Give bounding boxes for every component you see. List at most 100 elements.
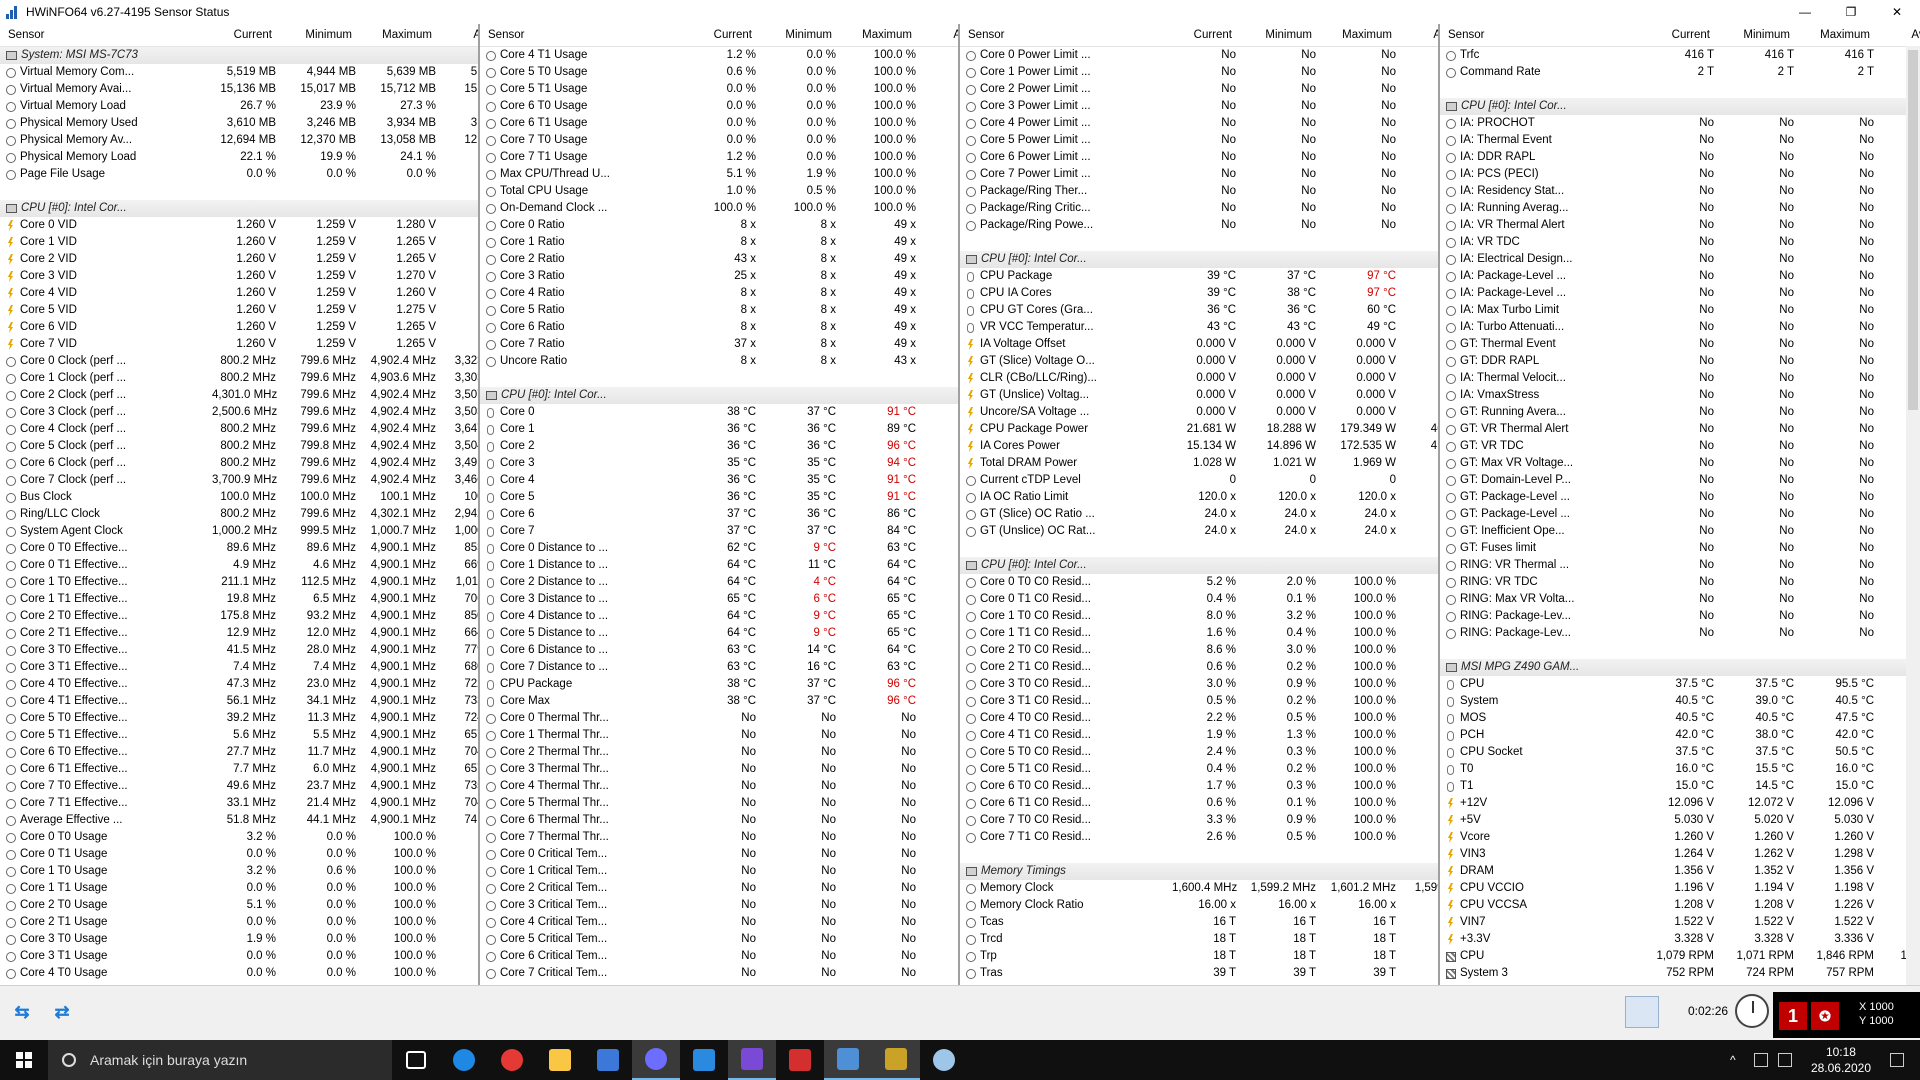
notifications-icon[interactable]	[1890, 1053, 1904, 1067]
taskbar-store-icon[interactable]	[584, 1040, 632, 1080]
sensor-row[interactable]: Core 3 Clock (perf ... 2,500.6 MHz 799.6 M…	[0, 404, 478, 421]
sensor-row[interactable]: Core 0 Distance to ...62 °C9 °C63 °C53 °…	[480, 540, 958, 557]
sensor-row[interactable]: Core 3 T1 Usage0.0 %0.0 %100.0 %13.4 %	[0, 948, 478, 965]
sensor-row[interactable]: Bus Clock100.0 MHz100.0 MHz100.1 MHz100.…	[0, 489, 478, 506]
sensor-row[interactable]: Core 0 T0 Usage3.2 %0.0 %100.0 %17.3 %	[0, 829, 478, 846]
sensor-row[interactable]: Core 7 Power Limit ... No No No	[960, 166, 1438, 183]
column-header-sensor[interactable]: Sensor	[0, 24, 212, 46]
sensor-row[interactable]: Core 5 Distance to ...64 °C9 °C65 °C54 °…	[480, 625, 958, 642]
sensor-row[interactable]: GT: Running Avera... No No No	[1440, 404, 1920, 421]
sensor-row[interactable]: CPU VCCSA1.208 V1.208 V1.226 V1.211 V	[1440, 897, 1920, 914]
column-header-average[interactable]: Average	[1878, 24, 1920, 46]
sensor-row[interactable]: Core 5 Thermal Thr... No No No	[480, 795, 958, 812]
sensor-row[interactable]: Core 5 T1 Usage0.0 %0.0 %100.0 %13.3 %	[480, 81, 958, 98]
sensor-row[interactable]: Core 1 T0 C0 Resid...8.0 %3.2 %100.0 %22…	[960, 608, 1438, 625]
sensor-row[interactable]: Core 6 T0 C0 Resid...1.7 %0.3 %100.0 %14…	[960, 778, 1438, 795]
maximize-button[interactable]: ❐	[1828, 0, 1874, 24]
sensor-row[interactable]: Core 038 °C37 °C91 °C47 °C	[480, 404, 958, 421]
sensor-row[interactable]: Core 6 VID1.260 V1.259 V1.265 V1.260 V	[0, 319, 478, 336]
sensor-row[interactable]: Core 1 Distance to ...64 °C11 °C64 °C53 …	[480, 557, 958, 574]
sensor-row[interactable]: Core 7 Thermal Thr... No No No	[480, 829, 958, 846]
sensor-row[interactable]: Core 6 T0 Effective... 27.7 MHz 11.7 MHz 4,…	[0, 744, 478, 761]
sensor-row[interactable]: Core 1 T1 Usage0.0 %0.0 %100.0 %14.4 %	[0, 880, 478, 897]
sensor-row[interactable]: Core 3 T0 C0 Resid...3.0 %0.9 %100.0 %17…	[960, 676, 1438, 693]
column-header-minimum[interactable]: Minimum	[1240, 24, 1320, 46]
sensor-row[interactable]: CPU Package39 °C37 °C97 °C49 °C	[960, 268, 1438, 285]
column-header-sensor[interactable]: Sensor	[1440, 24, 1650, 46]
sensor-row[interactable]: Core 2 T1 Usage0.0 %0.0 %100.0 %13.2 %	[0, 914, 478, 931]
sensor-row[interactable]: VIN71.522 V1.522 V1.522 V1.522 V	[1440, 914, 1920, 931]
sensor-row[interactable]: Core 3 Distance to ...65 °C6 °C65 °C54 °…	[480, 591, 958, 608]
sensor-row[interactable]: Core 6 Clock (perf ... 800.2 MHz 799.6 MHz…	[0, 455, 478, 472]
sensor-row[interactable]: IA: DDR RAPL No No No	[1440, 149, 1920, 166]
start-button[interactable]	[0, 1040, 48, 1080]
sensor-row[interactable]: Core 335 °C35 °C94 °C46 °C	[480, 455, 958, 472]
sensor-row[interactable]: Core 7 T0 C0 Resid...3.3 %0.9 %100.0 %16…	[960, 812, 1438, 829]
sensor-row[interactable]: Tras 39 T 39 T 39 T	[960, 965, 1438, 982]
sensor-row[interactable]: IA: PCS (PECI) No No No	[1440, 166, 1920, 183]
sensor-row[interactable]: Core 0 Ratio8 x8 x49 x33 x	[480, 217, 958, 234]
sensor-row[interactable]: Physical Memory Av... 12,694 MB 12,370 MB 1…	[0, 132, 478, 149]
sensor-row[interactable]: CPU37.5 °C37.5 °C95.5 °C48.7 °C	[1440, 676, 1920, 693]
sensor-row[interactable]: Core 0 Critical Tem... No No No	[480, 846, 958, 863]
sensor-row[interactable]: +12V12.096 V12.072 V12.096 V12.085 V	[1440, 795, 1920, 812]
sensor-row[interactable]: +3.3V3.328 V3.328 V3.336 V3.333 V	[1440, 931, 1920, 948]
sensor-row[interactable]: Trp 18 T 18 T 18 T	[960, 948, 1438, 965]
sensor-row[interactable]: Core 1 T0 Effective... 211.1 MHz 112.5 MHz…	[0, 574, 478, 591]
panel-divider[interactable]	[1438, 24, 1440, 985]
sensor-row[interactable]: Core 6 T0 Usage0.0 %0.0 %100.0 %14.0 %	[480, 98, 958, 115]
sensor-row[interactable]: Core 2 Ratio43 x8 x49 x35 x	[480, 251, 958, 268]
sensor-row[interactable]: IA: Max Turbo Limit No No No	[1440, 302, 1920, 319]
sensor-row[interactable]: Core 0 Thermal Thr... No No No	[480, 710, 958, 727]
column-header-maximum[interactable]: Maximum	[1320, 24, 1400, 46]
sensor-row[interactable]: Command Rate 2 T2 T2 T	[1440, 64, 1920, 81]
sensor-row[interactable]: Core 637 °C36 °C86 °C46 °C	[480, 506, 958, 523]
sensor-row[interactable]: Total CPU Usage1.0 %0.5 %100.0 %14.9 %	[480, 183, 958, 200]
taskbar-edge-icon[interactable]	[440, 1040, 488, 1080]
sensor-row[interactable]: Core 5 Critical Tem... No No No	[480, 931, 958, 948]
sensor-row[interactable]: CLR (CBo/LLC/Ring)... 0.000 V 0.000 V 0.000…	[960, 370, 1438, 387]
sensor-row[interactable]: GT: Thermal Event No No No	[1440, 336, 1920, 353]
panel-divider[interactable]	[958, 24, 960, 985]
sensor-row[interactable]: Virtual Memory Com... 5,519 MB 4,944 MB 5,6…	[0, 64, 478, 81]
taskbar-task-view-icon[interactable]	[392, 1040, 440, 1080]
sensor-row[interactable]: Core 2 T1 Effective... 12.9 MHz 12.0 MHz 4,…	[0, 625, 478, 642]
sensor-row[interactable]: Core 5 Clock (perf ... 800.2 MHz 799.8 MHz…	[0, 438, 478, 455]
sensor-row[interactable]: CPU VCCIO1.196 V1.194 V1.198 V1.196 V	[1440, 880, 1920, 897]
sensor-row[interactable]: RING: VR Thermal ... No No No	[1440, 557, 1920, 574]
sensor-row[interactable]: CPU1,079 RPM1,071 RPM1,846 RPM1,188 RPM	[1440, 948, 1920, 965]
taskbar-search-box[interactable]: Aramak için buraya yazın	[48, 1040, 392, 1080]
sensor-row[interactable]: CPU Package38 °C37 °C96 °C50 °C	[480, 676, 958, 693]
sensor-row[interactable]: Core 1 Power Limit ... No No No	[960, 64, 1438, 81]
sensor-row[interactable]: Core 5 Ratio8 x8 x49 x35 x	[480, 302, 958, 319]
chevron-up-icon[interactable]: ^	[1730, 1053, 1744, 1067]
sensor-row[interactable]: Core 5 Power Limit ... No No No	[960, 132, 1438, 149]
sensor-row[interactable]: Core 2 Power Limit ... No No No	[960, 81, 1438, 98]
sensor-group-header[interactable]: CPU [#0]: Intel Cor...	[0, 200, 478, 217]
sensor-panel-2[interactable]: SensorCurrentMinimumMaximumAverageCore 4…	[480, 24, 958, 985]
column-header-minimum[interactable]: Minimum	[1718, 24, 1798, 46]
sensor-row[interactable]: GT: Package-Level ... No No No	[1440, 506, 1920, 523]
sensor-row[interactable]: GT (Unslice) OC Rat... 24.0 x 24.0 x 24.0 x…	[960, 523, 1438, 540]
sensor-row[interactable]: CPU Socket37.5 °C37.5 °C50.5 °C41.2 °C	[1440, 744, 1920, 761]
sensor-row[interactable]: Physical Memory Used 3,610 MB 3,246 MB 3,93…	[0, 115, 478, 132]
navigate-left-icon[interactable]: ⇆	[6, 998, 38, 1026]
sensor-group-header[interactable]: System: MSI MS-7C73	[0, 47, 478, 64]
sensor-row[interactable]: Core 0 T1 Effective... 4.9 MHz 4.6 MHz 4,90…	[0, 557, 478, 574]
sensor-row[interactable]: GT: Inefficient Ope... No No No	[1440, 523, 1920, 540]
sensor-row[interactable]: GT: VR Thermal Alert No No No	[1440, 421, 1920, 438]
sensor-row[interactable]: CPU IA Cores39 °C38 °C97 °C49 °C	[960, 285, 1438, 302]
sensor-row[interactable]: GT: Fuses limit No No No	[1440, 540, 1920, 557]
column-header-current[interactable]: Current	[212, 24, 280, 46]
sensor-group-header[interactable]: CPU [#0]: Intel Cor...	[1440, 98, 1920, 115]
sensor-row[interactable]: Core 2 Clock (perf ... 4,301.0 MHz 799.6 M…	[0, 387, 478, 404]
sensor-row[interactable]: Core 6 T1 C0 Resid...0.6 %0.1 %100.0 %13…	[960, 795, 1438, 812]
sensor-row[interactable]: VR VCC Temperatur...43 °C43 °C49 °C44 °C	[960, 319, 1438, 336]
column-header-average[interactable]: Average	[920, 24, 958, 46]
sensor-row[interactable]: DRAM1.356 V1.352 V1.356 V1.356 V	[1440, 863, 1920, 880]
scrollbar-thumb[interactable]	[1908, 50, 1918, 410]
sensor-row[interactable]: T115.0 °C14.5 °C15.0 °C14.9 °C	[1440, 778, 1920, 795]
sensor-row[interactable]: Core 6 T1 Usage0.0 %0.0 %100.0 %13.1 %	[480, 115, 958, 132]
sensor-row[interactable]: GT: VR TDC No No No	[1440, 438, 1920, 455]
sensor-row[interactable]: RING: Package-Lev... No No No	[1440, 625, 1920, 642]
